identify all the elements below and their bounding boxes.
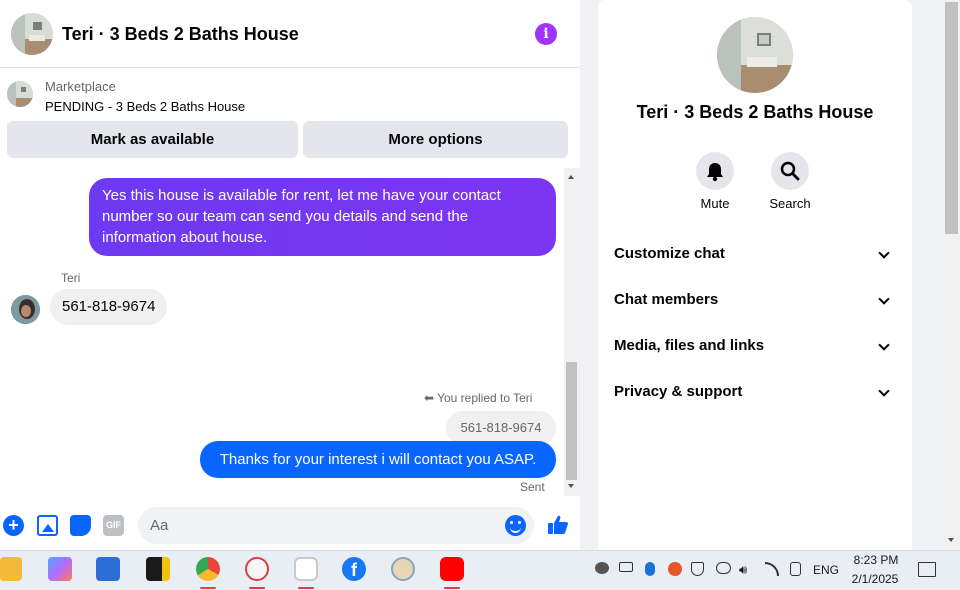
device-icon[interactable] (790, 562, 801, 576)
chat-members-section[interactable]: Chat members (614, 291, 718, 308)
outgoing-message[interactable]: Thanks for your interest i will contact … (200, 441, 556, 478)
snipping-tool-icon[interactable] (245, 557, 269, 581)
store-icon[interactable] (96, 557, 120, 581)
mute-label: Mute (700, 196, 730, 211)
sender-name: Teri (61, 271, 81, 285)
battery-icon[interactable] (619, 562, 633, 572)
facebook-icon[interactable]: f (342, 557, 366, 581)
message-input[interactable] (150, 515, 490, 536)
sender-avatar[interactable] (11, 295, 40, 324)
language-indicator[interactable]: ENG (813, 563, 839, 577)
outgoing-message[interactable]: Yes this house is available for rent, le… (89, 178, 556, 256)
reply-note-text: You replied to Teri (437, 391, 533, 405)
search-icon (780, 161, 800, 181)
cloud-off-icon[interactable] (716, 562, 731, 574)
app-active-indicator (444, 587, 460, 589)
app-active-indicator (249, 587, 265, 589)
page-scroll-down-icon[interactable] (948, 538, 954, 542)
file-explorer-icon[interactable] (0, 557, 22, 581)
app-active-indicator (298, 587, 314, 589)
mark-as-available-button[interactable]: Mark as available (7, 121, 298, 158)
sticker-icon[interactable] (70, 515, 91, 536)
chrome-icon[interactable] (196, 557, 220, 581)
quoted-message[interactable]: 561-818-9674 (446, 411, 556, 445)
clock-date[interactable]: 2/1/2025 (850, 572, 900, 586)
bluetooth-icon[interactable] (645, 562, 655, 576)
chrome-active-indicator (200, 587, 216, 589)
youtube-icon[interactable] (440, 557, 464, 581)
listing-status[interactable]: PENDING - 3 Beds 2 Baths House (45, 99, 245, 114)
more-options-button[interactable]: More options (303, 121, 568, 158)
mute-button[interactable] (696, 152, 734, 190)
notification-icon[interactable] (918, 562, 936, 577)
message-input-box[interactable] (138, 507, 534, 544)
sent-status: Sent (520, 480, 545, 494)
copilot-icon[interactable] (48, 557, 72, 581)
marketplace-label: Marketplace (45, 79, 116, 94)
chat-scrollbar-thumb[interactable] (566, 362, 577, 480)
info-icon[interactable]: i (535, 23, 557, 45)
security-shield-icon[interactable] (691, 562, 704, 576)
bell-icon (707, 163, 723, 182)
chat-title[interactable]: Teri · 3 Beds 2 Baths House (62, 24, 299, 45)
photo-icon[interactable] (37, 515, 58, 536)
sticky-notes-icon[interactable] (146, 557, 170, 581)
privacy-support-section[interactable]: Privacy & support (614, 383, 742, 400)
page-scrollbar-thumb[interactable] (945, 2, 958, 234)
scroll-down-icon[interactable] (568, 484, 574, 488)
reply-arrow-icon: ⬅ (424, 391, 435, 405)
emoji-icon[interactable] (505, 515, 526, 536)
gif-icon[interactable]: GIF (103, 515, 124, 536)
network-alert-icon[interactable] (595, 562, 609, 574)
search-label: Search (769, 196, 811, 211)
volume-icon[interactable]: 🔊︎ (739, 562, 747, 578)
scroll-up-icon[interactable] (568, 175, 574, 179)
plus-icon[interactable]: + (3, 515, 24, 536)
incoming-message[interactable]: 561-818-9674 (50, 289, 168, 325)
clock-time[interactable]: 8:23 PM (852, 553, 900, 567)
listing-thumbnail[interactable] (7, 81, 33, 107)
chat-avatar[interactable] (11, 13, 53, 55)
profile-name: Teri · 3 Beds 2 Baths House (636, 102, 874, 122)
reply-note: ⬅ You replied to Teri (424, 391, 532, 405)
thumbs-up-icon[interactable] (546, 513, 570, 537)
chrome-profile-icon[interactable] (294, 557, 318, 581)
customize-chat-section[interactable]: Customize chat (614, 245, 725, 262)
paint-icon[interactable] (391, 557, 415, 581)
media-files-links-section[interactable]: Media, files and links (614, 337, 764, 354)
search-button[interactable] (771, 152, 809, 190)
profile-avatar[interactable] (717, 17, 793, 93)
antivirus-icon[interactable] (668, 562, 682, 576)
